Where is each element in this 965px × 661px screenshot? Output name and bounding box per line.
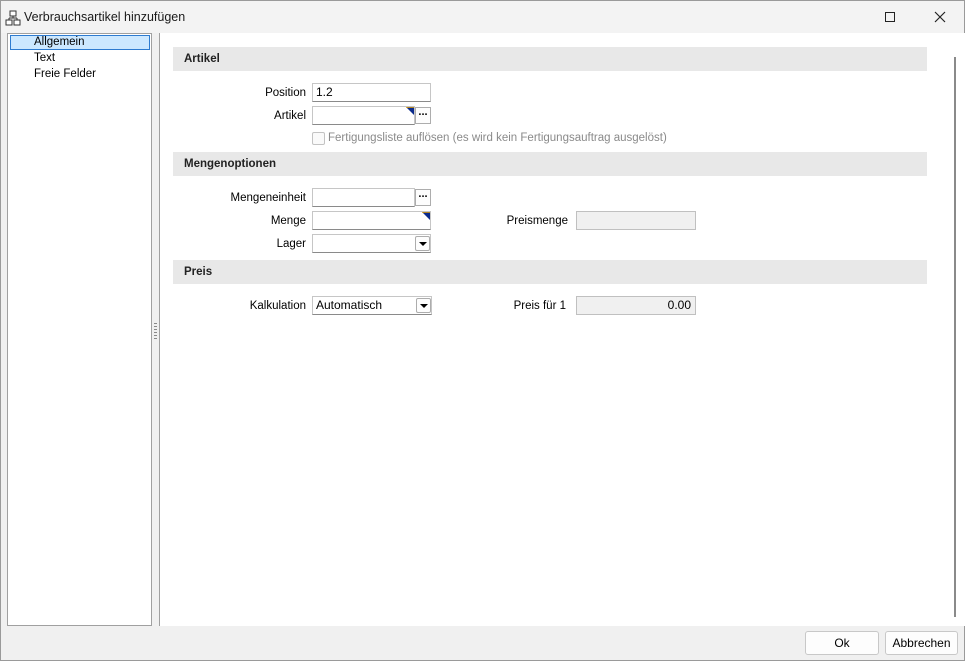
nav-item-allgemein[interactable]: Allgemein — [10, 35, 150, 50]
lager-select[interactable] — [312, 234, 431, 253]
kalkulation-select[interactable]: Automatisch — [312, 296, 432, 315]
artikel-label: Artikel — [274, 110, 306, 122]
position-field[interactable]: 1.2 — [312, 83, 431, 102]
section-header-artikel: Artikel — [173, 47, 927, 71]
dialog-window: Verbrauchsartikel hinzufügen Allgemein T… — [0, 0, 965, 661]
section-header-mengenoptionen: Mengenoptionen — [173, 152, 927, 176]
artikel-field[interactable] — [312, 106, 415, 125]
preismenge-field — [576, 211, 696, 230]
mengeneinheit-field[interactable] — [312, 188, 415, 207]
lookup-marker-icon — [406, 107, 414, 115]
tree-structure-icon — [5, 10, 21, 26]
preismenge-label: Preismenge — [506, 215, 568, 227]
nav-item-label: Allgemein — [34, 36, 85, 48]
cancel-button[interactable]: Abbrechen — [885, 631, 958, 655]
mengeneinheit-label: Mengeneinheit — [230, 192, 306, 204]
chevron-down-icon[interactable] — [415, 236, 430, 251]
splitter-handle[interactable] — [154, 323, 157, 341]
nav-item-label: Text — [34, 52, 56, 64]
position-label: Position — [265, 87, 306, 99]
mengeneinheit-browse-button[interactable]: ... — [415, 189, 431, 206]
preis-fuer-1-field: 0.00 — [576, 296, 696, 315]
kalkulation-label: Kalkulation — [249, 300, 306, 312]
fertigung-checkbox-label: Fertigungsliste auflösen (es wird kein F… — [328, 132, 667, 144]
fertigung-checkbox[interactable] — [312, 132, 325, 145]
scrollbar-thumb[interactable] — [954, 57, 956, 617]
artikel-browse-button[interactable]: ... — [415, 107, 431, 124]
close-icon — [934, 11, 946, 23]
navigation-tree: Allgemein Text Freie Felder — [7, 33, 152, 626]
maximize-button[interactable] — [867, 1, 913, 33]
lager-label: Lager — [276, 238, 306, 250]
nav-item-label: Freie Felder — [34, 68, 96, 80]
close-button[interactable] — [917, 1, 963, 33]
ok-button[interactable]: Ok — [805, 631, 879, 655]
section-header-preis: Preis — [173, 260, 927, 284]
window-title: Verbrauchsartikel hinzufügen — [24, 10, 186, 24]
nav-item-freie-felder[interactable]: Freie Felder — [10, 67, 150, 82]
nav-item-text[interactable]: Text — [10, 51, 150, 66]
title-bar[interactable]: Verbrauchsartikel hinzufügen — [1, 1, 964, 33]
vertical-scrollbar[interactable] — [941, 33, 965, 626]
maximize-icon — [885, 12, 895, 22]
menge-label: Menge — [270, 215, 306, 227]
menge-field[interactable] — [312, 211, 431, 230]
preis-fuer-1-label: Preis für 1 — [513, 300, 566, 312]
